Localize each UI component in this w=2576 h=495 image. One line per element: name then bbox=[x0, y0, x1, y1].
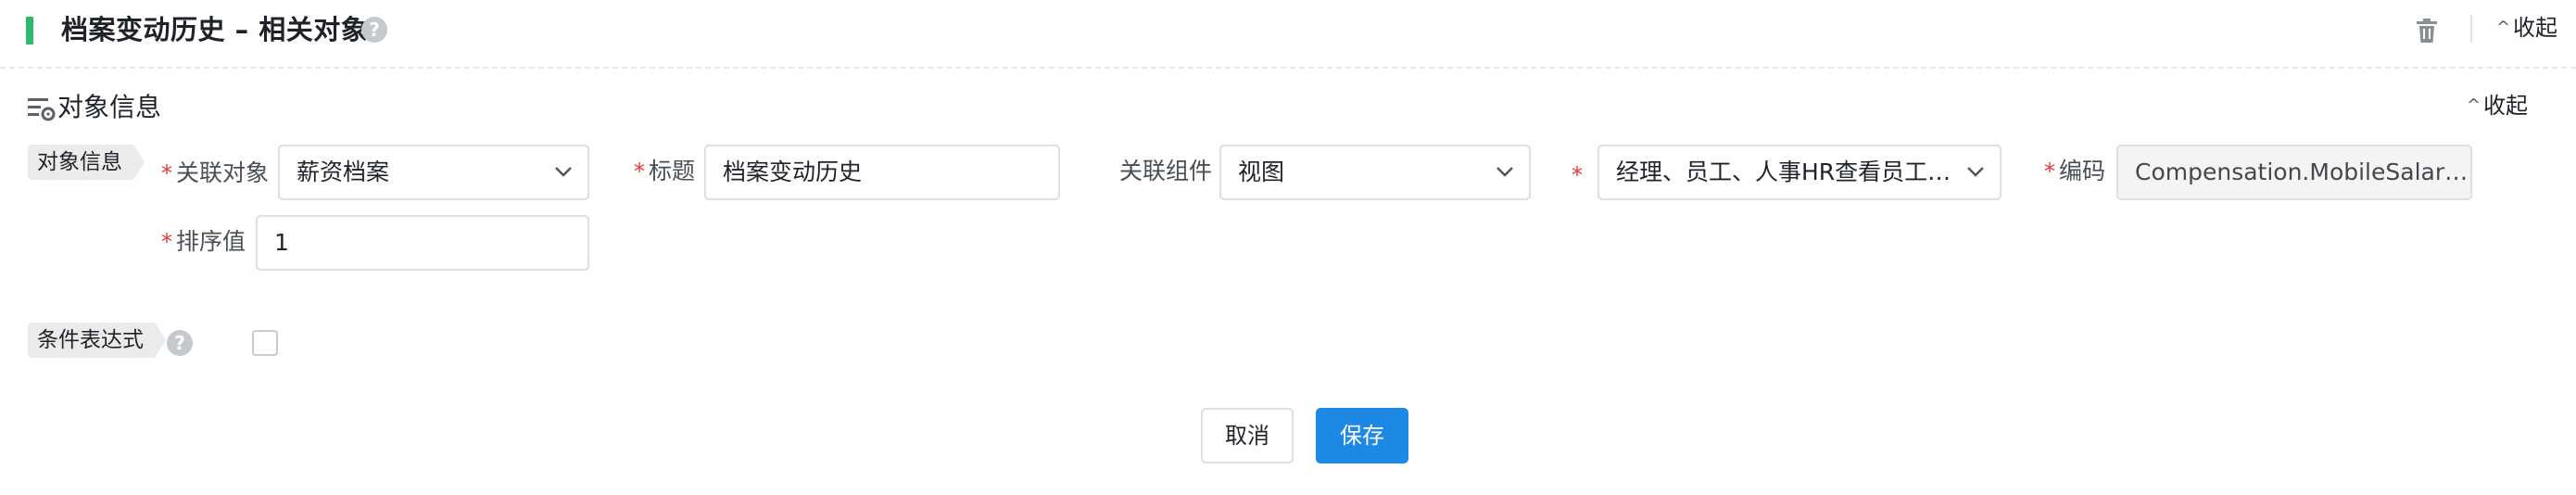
related-object-label: * 关联对象 bbox=[161, 159, 270, 186]
code-input: Compensation.MobileSalary... bbox=[2116, 145, 2472, 200]
condition-expression-tag: 条件表达式 bbox=[28, 323, 166, 358]
related-object-select[interactable]: 薪资档案 bbox=[278, 145, 589, 200]
sort-value-label: * 排序值 bbox=[161, 228, 246, 255]
related-component-label: 关联组件 bbox=[1119, 158, 1213, 184]
chevron-down-icon bbox=[555, 167, 572, 177]
title-accent-bar bbox=[26, 17, 33, 44]
chevron-down-icon bbox=[1496, 167, 1513, 177]
view-required-marker: * bbox=[1572, 162, 1583, 188]
save-button[interactable]: 保存 bbox=[1316, 408, 1408, 463]
trash-icon[interactable] bbox=[2413, 17, 2441, 44]
section-title: 对象信息 bbox=[57, 92, 162, 122]
collapse-page-button[interactable]: ^ 收起 bbox=[2496, 13, 2557, 43]
help-icon[interactable]: ? bbox=[361, 17, 387, 43]
page-title: 档案变动历史 – 相关对象 bbox=[61, 14, 369, 45]
condition-expression-checkbox[interactable] bbox=[252, 330, 278, 356]
cancel-button[interactable]: 取消 bbox=[1201, 408, 1294, 463]
code-label: * 编码 bbox=[2044, 158, 2106, 184]
collapse-label: 收起 bbox=[2483, 93, 2528, 119]
page-header: 档案变动历史 – 相关对象 ? ^ 收起 bbox=[0, 0, 2576, 69]
list-settings-icon bbox=[28, 98, 56, 121]
collapse-label: 收起 bbox=[2513, 15, 2557, 41]
title-input[interactable]: 档案变动历史 bbox=[704, 145, 1060, 200]
related-component-select[interactable]: 视图 bbox=[1219, 145, 1531, 200]
chevron-up-icon: ^ bbox=[2467, 95, 2481, 115]
chevron-down-icon bbox=[1967, 167, 1984, 177]
view-select[interactable]: 经理、员工、人事HR查看员工档... bbox=[1597, 145, 2001, 200]
chevron-up-icon: ^ bbox=[2496, 18, 2511, 37]
title-label: * 标题 bbox=[634, 158, 696, 184]
help-icon[interactable]: ? bbox=[167, 330, 193, 356]
collapse-section-button[interactable]: ^ 收起 bbox=[2467, 91, 2528, 121]
object-info-tag: 对象信息 bbox=[28, 145, 145, 180]
header-divider bbox=[2470, 15, 2472, 43]
sort-value-input[interactable]: 1 bbox=[256, 215, 589, 271]
